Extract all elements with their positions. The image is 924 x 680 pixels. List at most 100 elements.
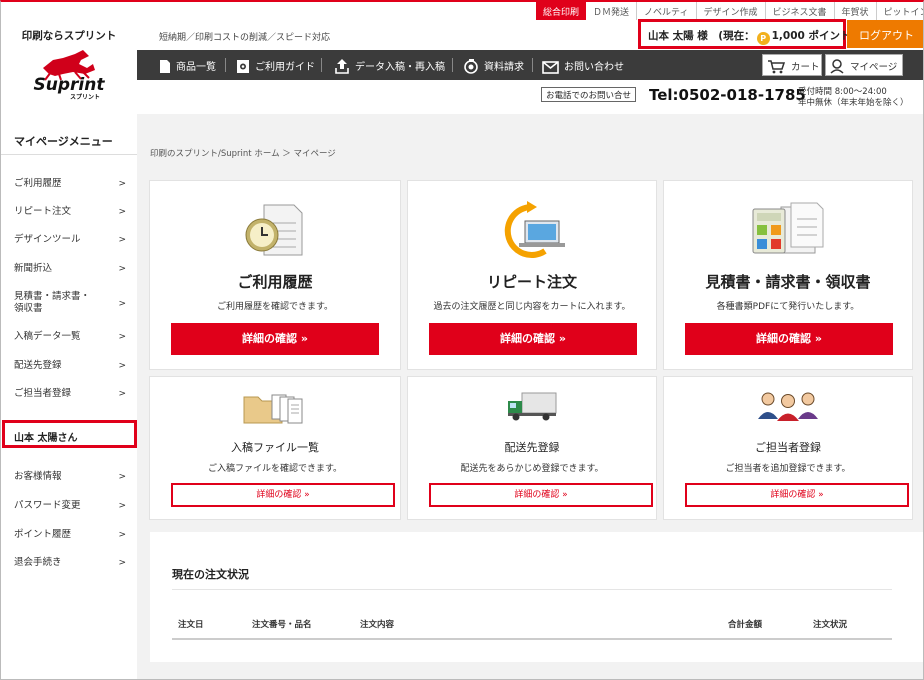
sidebar-item-password[interactable]: パスワード変更 >	[14, 500, 126, 512]
nav-item-guide[interactable]: ご利用ガイド	[236, 50, 315, 80]
site-tagline: 印刷ならスプリント	[21, 30, 117, 42]
chevron-right-icon: >	[118, 264, 126, 274]
nav-separator	[225, 58, 226, 72]
chevron-right-icon: >	[118, 179, 126, 189]
logout-button[interactable]: ログアウト	[847, 20, 923, 48]
user-icon	[830, 59, 844, 74]
sidebar-item-point-history[interactable]: ポイント履歴 >	[14, 529, 126, 541]
tab-pit-in[interactable]: ピットイン	[875, 2, 923, 20]
business-hours-line1: 受付時間 8:00〜24:00	[798, 87, 887, 97]
sidebar-item-repeat-order[interactable]: リピート注文 >	[14, 206, 126, 218]
business-hours-line2: 年中無休（年末年始を除く）	[798, 98, 909, 108]
chevron-right-icon: >	[118, 299, 126, 309]
sidebar-item-contact-person[interactable]: ご担当者登録 >	[14, 388, 126, 400]
mypage-menu-title: マイページメニュー	[14, 135, 113, 148]
card-title: 配送先登録	[504, 441, 560, 454]
chevron-right-icon: >	[118, 207, 126, 217]
upload-files-detail-button[interactable]: 詳細の確認 »	[171, 483, 395, 507]
point-coin-icon: P	[756, 32, 770, 45]
chevron-right-icon: >	[118, 235, 126, 245]
nav-separator	[452, 58, 453, 72]
nav-item-contact[interactable]: お問い合わせ	[542, 50, 624, 80]
tab-business-docs[interactable]: ビジネス文書	[764, 2, 834, 20]
sidebar-item-shipping-address[interactable]: 配送先登録 >	[14, 360, 126, 372]
horse-logo-icon: Suprint スプリント	[34, 50, 106, 101]
tab-general-printing[interactable]: 総合印刷	[536, 2, 587, 20]
logo-wordmark: Suprint	[34, 75, 106, 95]
sidebar-item-documents[interactable]: 見積書・請求書・ 領収書 >	[14, 291, 126, 315]
cart-button[interactable]: カート	[762, 54, 822, 76]
order-status-title: 現在の注文状況	[172, 568, 249, 581]
tab-dm[interactable]: ＤＭ発送	[586, 2, 636, 20]
column-header-order-content: 注文内容	[360, 620, 395, 630]
chevron-right-icon: >	[118, 332, 126, 342]
phone-inquiry-button[interactable]: お電話でのお問い合せ	[541, 87, 637, 102]
user-point-info: 山本 太陽 様 (現在： P 1,000 ポイント)	[638, 19, 855, 49]
sidebar-item-newspaper-insert[interactable]: 新聞折込 >	[14, 263, 126, 275]
contact-person-detail-button[interactable]: 詳細の確認 »	[685, 483, 909, 507]
card-description: ご担当者を追加登録できます。	[725, 464, 851, 474]
documents-detail-button[interactable]: 詳細の確認 »	[685, 323, 893, 355]
card-repeat-order: リピート注文 過去の注文履歴と同じ内容をカートに入れます。 詳細の確認 »	[407, 180, 657, 370]
sidebar-item-label-line1: 見積書・請求書・	[14, 291, 91, 302]
mypage-label: マイページ	[850, 62, 898, 73]
nav-item-products[interactable]: 商品一覧	[159, 50, 216, 80]
card-description: ご利用履歴を確認できます。	[216, 302, 334, 312]
card-title: ご担当者登録	[755, 441, 821, 454]
sidebar-item-label: ご担当者登録	[14, 388, 72, 399]
column-header-total: 合計金額	[728, 620, 763, 630]
sidebar-item-usage-history[interactable]: ご利用履歴 >	[14, 178, 126, 190]
suprint-logo[interactable]: Suprint スプリント	[23, 46, 115, 102]
tab-design[interactable]: デザイン作成	[695, 2, 765, 20]
chevron-right-icon: >	[118, 501, 126, 511]
card-description: 過去の注文履歴と同じ内容をカートに入れます。	[433, 302, 631, 312]
nav-item-request-materials[interactable]: 資料請求	[463, 50, 524, 80]
sidebar-item-label: デザインツール	[14, 234, 81, 245]
sidebar-item-label: パスワード変更	[14, 500, 81, 511]
sidebar-item-label: 新聞折込	[14, 263, 53, 274]
card-title: リピート注文	[486, 273, 577, 291]
card-description: 配送先をあらかじめ登録できます。	[460, 464, 604, 474]
header-subtag: 短納期／印刷コストの削減／スピード対応	[159, 33, 331, 43]
nav-item-label: データ入稿・再入稿	[355, 62, 445, 73]
tab-new-year-card[interactable]: 年賀状	[833, 2, 876, 20]
card-title: ご利用履歴	[237, 273, 313, 291]
sidebar-item-label: リピート注文	[14, 206, 72, 217]
nav-item-label: 資料請求	[484, 62, 524, 73]
upload-icon	[335, 59, 349, 74]
sidebar-item-label: ポイント履歴	[14, 529, 72, 540]
tab-novelty[interactable]: ノベルティ	[636, 2, 695, 20]
sidebar-item-upload-data[interactable]: 入稿データ一覧 >	[14, 331, 126, 343]
sidebar-item-label: ご利用履歴	[14, 178, 62, 189]
repeat-laptop-icon	[504, 201, 565, 258]
people-group-icon	[758, 392, 818, 421]
sidebar-item-customer-info[interactable]: お客様情報 >	[14, 471, 126, 483]
menu-divider	[1, 154, 137, 155]
phone-number: Tel:0502-018-1785	[649, 86, 806, 104]
logo-subtext: スプリント	[70, 93, 100, 101]
usage-history-detail-button[interactable]: 詳細の確認 »	[171, 323, 379, 355]
card-shipping: 配送先登録 配送先をあらかじめ登録できます。 詳細の確認 »	[407, 376, 657, 520]
sidebar-item-label: 入稿データ一覧	[14, 331, 81, 342]
nav-item-label: ご利用ガイド	[255, 62, 315, 73]
breadcrumb: 印刷のスプリント/Suprint ホーム ＞ マイページ	[150, 149, 336, 159]
nav-item-label: 商品一覧	[176, 62, 216, 73]
folder-files-icon	[243, 394, 303, 424]
column-header-order-date: 注文日	[178, 620, 204, 630]
nav-item-upload[interactable]: データ入稿・再入稿	[334, 50, 445, 80]
sidebar-item-label: 退会手続き	[14, 557, 62, 568]
sidebar-item-label: お客様情報	[14, 471, 62, 482]
chevron-right-icon: >	[118, 389, 126, 399]
mypage-button[interactable]: マイページ	[825, 54, 903, 76]
card-usage-history: ご利用履歴 ご利用履歴を確認できます。 詳細の確認 »	[149, 180, 401, 370]
nav-separator	[321, 58, 322, 72]
chevron-right-icon: >	[118, 361, 126, 371]
shipping-detail-button[interactable]: 詳細の確認 »	[429, 483, 653, 507]
sidebar-item-withdraw[interactable]: 退会手続き >	[14, 557, 126, 569]
repeat-order-detail-button[interactable]: 詳細の確認 »	[429, 323, 637, 355]
mail-icon	[542, 61, 559, 74]
sidebar-item-design-tool[interactable]: デザインツール >	[14, 234, 126, 246]
user-greeting: 山本 太陽 様 (現在：	[648, 30, 755, 42]
service-tabs: 総合印刷 ＤＭ発送 ノベルティ デザイン作成 ビジネス文書 年賀状 ピットイン	[536, 2, 923, 20]
materials-icon	[464, 59, 478, 74]
